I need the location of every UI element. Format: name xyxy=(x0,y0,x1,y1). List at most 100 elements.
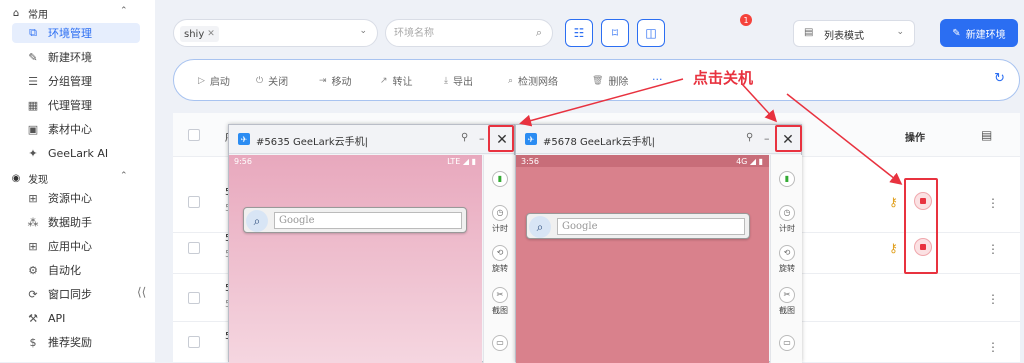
sidebar-item-data-assistant[interactable]: ⁂ 数据助手 xyxy=(12,212,140,232)
robot-icon: ⚙ xyxy=(28,263,38,277)
refresh-icon[interactable]: ↻ xyxy=(994,71,1005,86)
google-search-widget[interactable]: ⌕ Google xyxy=(243,207,467,233)
detect-network-button[interactable]: ⌕ 检测网络 xyxy=(508,73,559,89)
close-label: 关闭 xyxy=(268,77,289,88)
chevron-down-icon: ⌄ xyxy=(896,27,904,37)
pin-icon[interactable]: ⚲ xyxy=(746,132,753,143)
sidebar-item-api[interactable]: ⚒ API xyxy=(12,308,140,328)
data-icon: ⁂ xyxy=(27,215,39,229)
start-button[interactable]: ▷ 启动 xyxy=(198,73,230,89)
row-more-icon[interactable]: ⋮ xyxy=(987,196,999,210)
row-checkbox[interactable] xyxy=(188,242,200,254)
phone-window-5635[interactable]: ✈ #5635 GeeLark云手机| ⚲ – ✕ 9:56 LTE ◢ ▮ ⌕… xyxy=(228,124,516,363)
pin-icon[interactable]: ⚲ xyxy=(461,132,468,143)
move-icon: ⇥ xyxy=(319,75,327,86)
download-icon: ⤓ xyxy=(444,75,448,86)
row-checkbox[interactable] xyxy=(188,336,200,348)
tag-icon: ⌑ xyxy=(611,26,619,40)
select-all-checkbox[interactable] xyxy=(188,129,200,141)
mouse-button[interactable]: ◫ xyxy=(637,19,665,47)
sidebar-item-label: 新建环境 xyxy=(48,51,92,64)
close-button[interactable]: ⏻ 关闭 xyxy=(256,73,289,89)
phone-screen[interactable]: 9:56 LTE ◢ ▮ ⌕ Google xyxy=(229,155,482,363)
row-more-icon[interactable]: ⋮ xyxy=(987,242,999,256)
highlight-close-5678 xyxy=(775,125,802,152)
clock-icon: ◷ xyxy=(779,205,795,221)
section-common[interactable]: ⌂ 常用 xyxy=(10,6,48,21)
sidebar-item-label: 自动化 xyxy=(48,264,81,277)
export-button[interactable]: ⤓ 导出 xyxy=(444,73,473,89)
detect-network-label: 检测网络 xyxy=(518,77,559,88)
sidebar-item-label: API xyxy=(48,311,66,325)
sidebar-item-new-env[interactable]: ✎ 新建环境 xyxy=(12,47,140,67)
tag-chip: shiy ✕ xyxy=(180,26,219,42)
sidebar-item-referral-reward[interactable]: $ 推荐奖励 xyxy=(12,332,140,352)
export-label: 导出 xyxy=(452,77,473,88)
collapse-sidebar-icon[interactable]: ⟨⟨ xyxy=(137,285,146,299)
clock-icon: ◷ xyxy=(492,205,508,221)
chevron-down-icon[interactable]: ⌄ xyxy=(359,26,367,36)
sidebar-item-geelark-ai[interactable]: ✦ GeeLark AI xyxy=(12,143,140,163)
new-env-button[interactable]: ✎ 新建环境 xyxy=(940,19,1018,47)
rotate-button[interactable]: ⟲ 旋转 xyxy=(771,245,803,274)
sidebar-item-media-center[interactable]: ▣ 素材中心 xyxy=(12,119,140,139)
more-actions-button[interactable]: ··· xyxy=(652,73,663,86)
timer-button[interactable]: ◷ 计时 xyxy=(484,205,516,234)
row-more-icon[interactable]: ⋮ xyxy=(987,340,999,354)
sidebar-item-automation[interactable]: ⚙ 自动化 xyxy=(12,260,140,280)
annotation-text: 点击关机 xyxy=(693,69,754,87)
sidebar-item-app-center[interactable]: ⊞ 应用中心 xyxy=(12,236,140,256)
row-checkbox[interactable] xyxy=(188,292,200,304)
delete-button[interactable]: 🗑 删除 xyxy=(592,73,629,89)
chevron-up-icon[interactable]: ⌃ xyxy=(120,6,128,16)
timer-label: 计时 xyxy=(492,224,508,233)
screen-button[interactable]: ▭ xyxy=(484,335,516,353)
sidebar-item-proxy-manage[interactable]: ▦ 代理管理 xyxy=(12,95,140,115)
env-name-search-input[interactable] xyxy=(394,25,524,41)
chevron-up-icon[interactable]: ⌃ xyxy=(120,171,128,181)
rotate-icon: ⟲ xyxy=(492,245,508,261)
rotate-label: 旋转 xyxy=(779,264,795,273)
remove-tag-icon[interactable]: ✕ xyxy=(207,29,215,39)
google-search-widget[interactable]: ⌕ Google xyxy=(526,213,750,239)
window-titlebar[interactable]: ✈ #5678 GeeLark云手机| ⚲ – ✕ xyxy=(516,125,801,154)
google-search-field[interactable]: Google xyxy=(557,218,745,235)
phone-window-5678[interactable]: ✈ #5678 GeeLark云手机| ⚲ – ✕ 3:56 4G ◢ ▮ ⌕ … xyxy=(515,124,803,363)
column-settings-icon[interactable]: ▤ xyxy=(981,128,992,142)
move-button[interactable]: ⇥ 移动 xyxy=(319,73,352,89)
timer-button[interactable]: ◷ 计时 xyxy=(771,205,803,234)
sidebar-item-resource-center[interactable]: ⊞ 资源中心 xyxy=(12,188,140,208)
screen-button[interactable]: ▭ xyxy=(771,335,803,353)
signal-button[interactable]: ▮ xyxy=(484,171,516,189)
phone-time: 9:56 xyxy=(234,157,252,166)
filter-settings-button[interactable]: ☷ xyxy=(565,19,593,47)
delete-label: 删除 xyxy=(608,77,629,88)
search-icon[interactable]: ⌕ xyxy=(536,26,542,40)
signal-button[interactable]: ▮ xyxy=(771,171,803,189)
minimize-icon[interactable]: – xyxy=(479,132,485,145)
sidebar-item-label: 应用中心 xyxy=(48,240,92,253)
proxy-icon: ▦ xyxy=(27,98,39,112)
edit-icon: ✎ xyxy=(952,27,961,39)
section-common-label: 常用 xyxy=(28,10,48,21)
tag-button[interactable]: ⌑ xyxy=(601,19,629,47)
screenshot-button[interactable]: ✂ 截图 xyxy=(484,287,516,316)
row-more-icon[interactable]: ⋮ xyxy=(987,292,999,306)
phone-screen[interactable]: 3:56 4G ◢ ▮ ⌕ Google xyxy=(516,155,769,363)
google-search-field[interactable]: Google xyxy=(274,212,462,229)
view-mode-select[interactable]: ▤ 列表模式 ⌄ xyxy=(793,20,915,47)
magnifier-icon: ⌕ xyxy=(529,216,551,238)
row-checkbox[interactable] xyxy=(188,196,200,208)
sidebar-item-group-manage[interactable]: ☰ 分组管理 xyxy=(12,71,140,91)
sidebar-item-window-sync[interactable]: ⟳ 窗口同步 xyxy=(12,284,140,304)
window-titlebar[interactable]: ✈ #5635 GeeLark云手机| ⚲ – ✕ xyxy=(229,125,514,154)
screenshot-button[interactable]: ✂ 截图 xyxy=(771,287,803,316)
sidebar-item-env-manage[interactable]: ⧉ 环境管理 xyxy=(12,23,140,43)
rotate-button[interactable]: ⟲ 旋转 xyxy=(484,245,516,274)
ai-icon: ✦ xyxy=(28,146,38,160)
minimize-icon[interactable]: – xyxy=(764,132,770,145)
resource-icon: ⊞ xyxy=(28,191,38,205)
section-discover[interactable]: ◉ 发现 xyxy=(10,171,48,186)
tag-filter-input[interactable]: shiy ✕ ⌄ xyxy=(173,19,378,47)
transfer-button[interactable]: ↗ 转让 xyxy=(380,73,413,89)
